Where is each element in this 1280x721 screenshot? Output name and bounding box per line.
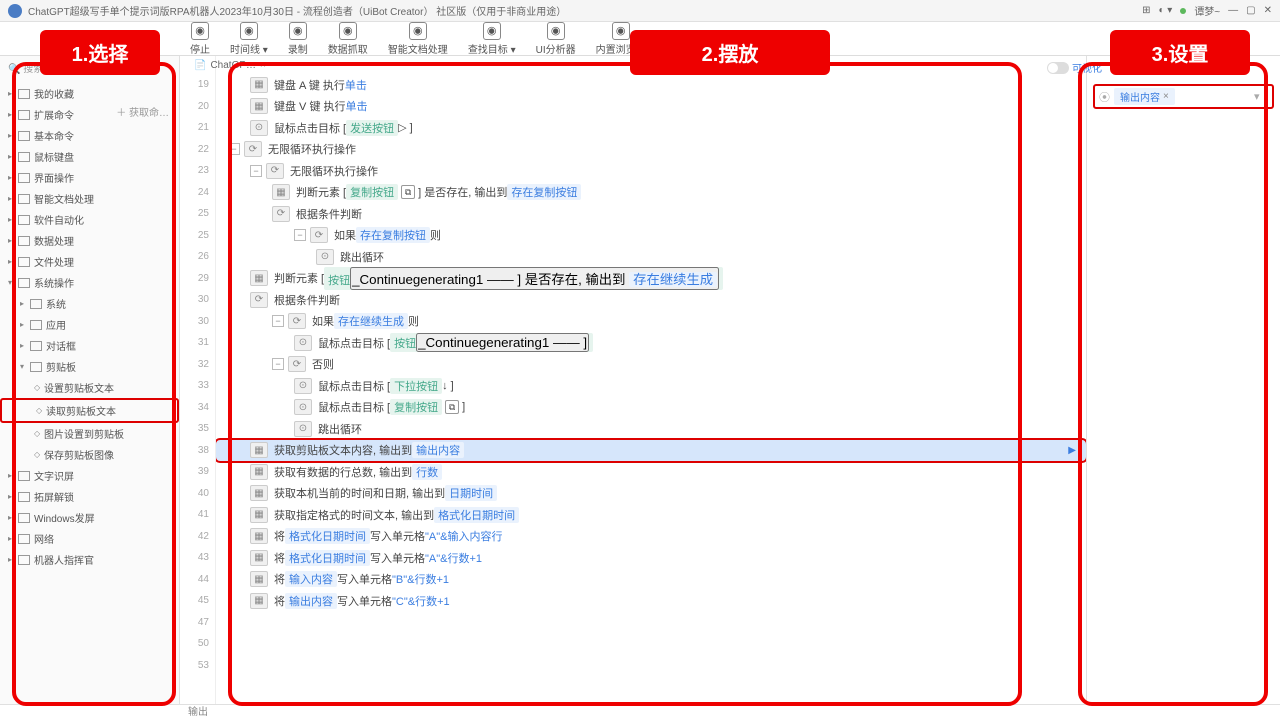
app-logo — [8, 4, 22, 18]
tree-Windows发屏[interactable]: ▸Windows发屏 — [0, 507, 179, 528]
tree-鼠标键盘[interactable]: ▸鼠标键盘 — [0, 146, 179, 167]
code-row[interactable]: −⟳无限循环执行操作 — [216, 160, 1086, 182]
code-row[interactable]: ▦获取剪贴板文本内容, 输出到 输出内容 — [216, 440, 1086, 462]
code-row[interactable]: ⊙鼠标点击目标 [ 按钮_Continuegenerating1 —— ] — [216, 332, 1086, 354]
tree-网络[interactable]: ▸网络 — [0, 528, 179, 549]
status-dot — [1180, 8, 1186, 14]
tree-软件自动化[interactable]: ▸软件自动化 — [0, 209, 179, 230]
code-row[interactable]: ▦键盘 A 键 执行 单击 — [216, 74, 1086, 96]
badge-3: 3.设置 — [1110, 30, 1250, 75]
code-row[interactable]: ▦键盘 V 键 执行 单击 — [216, 96, 1086, 118]
code-row[interactable]: ▦将 输出内容 写入单元格 "C"&行数+1 — [216, 590, 1086, 612]
code-row[interactable]: −⟳否则 — [216, 354, 1086, 376]
code-row[interactable]: ⊙鼠标点击目标 [ 发送按钮 ▷ ] — [216, 117, 1086, 139]
dropdown-icon[interactable]: ▾ — [1254, 90, 1268, 103]
tree-系统操作[interactable]: ▾系统操作 — [0, 272, 179, 293]
toolbar-UI分析器[interactable]: ◉UI分析器 — [526, 20, 586, 58]
maximize-button[interactable]: ▢ — [1246, 5, 1255, 16]
tree-我的收藏[interactable]: ▸我的收藏 — [0, 83, 179, 104]
minimize-button[interactable]: — — [1228, 5, 1238, 16]
code-row[interactable]: ⊙鼠标点击目标 [ 下拉按钮 ↓ ] — [216, 375, 1086, 397]
code-row[interactable] — [216, 655, 1086, 677]
toolbar-智能文档处理[interactable]: ◉智能文档处理 — [378, 20, 458, 58]
editor-area: 📄 ChatGP… × 1920212223242525262930303132… — [180, 56, 1280, 704]
tree-界面操作[interactable]: ▸界面操作 — [0, 167, 179, 188]
tree-拓屏解锁[interactable]: ▸拓屏解锁 — [0, 486, 179, 507]
badge-1: 1.选择 — [40, 30, 160, 75]
close-button[interactable]: ✕ — [1264, 5, 1272, 16]
toolbar-停止[interactable]: ◉停止 — [180, 20, 220, 58]
tree-剪贴板[interactable]: ▾剪贴板 — [0, 356, 179, 377]
code-row[interactable]: ▦判断元素 [ 复制按钮⧉ ] 是否存在, 输出到 存在复制按钮 — [216, 182, 1086, 204]
tree-机器人指挥官[interactable]: ▸机器人指挥官 — [0, 549, 179, 570]
code-row[interactable]: ▦判断元素 [ 按钮_Continuegenerating1 —— ] 是否存在… — [216, 268, 1086, 290]
code-row[interactable] — [216, 612, 1086, 634]
help-icon[interactable]: ◐ ▾ — [1158, 5, 1172, 16]
code-row[interactable]: ▦将 格式化日期时间 写入单元格 "A"&行数+1 — [216, 547, 1086, 569]
tree-保存剪贴板图像[interactable]: ◇保存剪贴板图像 — [0, 444, 179, 465]
toolbar-录制[interactable]: ◉录制 — [278, 20, 318, 58]
properties-panel: 可视化 ⦿ 输出内容 × ▾ — [1086, 56, 1280, 704]
output-variable-field[interactable]: ⦿ 输出内容 × ▾ — [1093, 84, 1274, 109]
tree-文字识屏[interactable]: ▸文字识屏 — [0, 465, 179, 486]
user-name[interactable]: 谭梦~ — [1194, 3, 1220, 18]
code-row[interactable]: ⊙鼠标点击目标 [ 复制按钮⧉ ] — [216, 397, 1086, 419]
window-title: ChatGPT超级写手单个提示词版RPA机器人2023年10月30日 - 流程创… — [28, 3, 566, 18]
code-row[interactable]: ▦将 输入内容 写入单元格 "B"&行数+1 — [216, 569, 1086, 591]
code-row[interactable]: ▦获取指定格式的时间文本, 输出到 格式化日期时间 — [216, 504, 1086, 526]
code-row[interactable]: ⊙跳出循环 — [216, 246, 1086, 268]
tree-对话框[interactable]: ▸对话框 — [0, 335, 179, 356]
tree-基本命令[interactable]: ▸基本命令 — [0, 125, 179, 146]
code-row[interactable]: −⟳如果 存在复制按钮 则 — [216, 225, 1086, 247]
line-gutter: 1920212223242525262930303132333435383940… — [180, 56, 216, 704]
chip-remove-icon[interactable]: × — [1163, 91, 1169, 102]
code-row[interactable]: ⊙跳出循环 — [216, 418, 1086, 440]
code-row[interactable]: ▦将 格式化日期时间 写入单元格 "A"&输入内容行 — [216, 526, 1086, 548]
code-row[interactable]: ⟳根据条件判断 — [216, 289, 1086, 311]
toolbar-查找目标 ▾[interactable]: ◉查找目标 ▾ — [458, 20, 526, 58]
code-row[interactable]: ⟳根据条件判断 — [216, 203, 1086, 225]
code-canvas[interactable]: ▦键盘 A 键 执行 单击▦键盘 V 键 执行 单击⊙鼠标点击目标 [ 发送按钮… — [216, 56, 1086, 704]
sidebar: 🔍 搜索命令 ▸我的收藏▸扩展命令＋ 获取命…▸基本命令▸鼠标键盘▸界面操作▸智… — [0, 56, 180, 704]
tree-扩展命令[interactable]: ▸扩展命令＋ 获取命… — [0, 104, 179, 125]
tree-系统[interactable]: ▸系统 — [0, 293, 179, 314]
badge-2: 2.摆放 — [630, 30, 830, 75]
tree-应用[interactable]: ▸应用 — [0, 314, 179, 335]
tree-数据处理[interactable]: ▸数据处理 — [0, 230, 179, 251]
tree-图片设置到剪贴板[interactable]: ◇图片设置到剪贴板 — [0, 423, 179, 444]
toolbar-数据抓取[interactable]: ◉数据抓取 — [318, 20, 378, 58]
file-tab[interactable]: 📄 ChatGP… × — [180, 56, 266, 74]
tree-智能文档处理[interactable]: ▸智能文档处理 — [0, 188, 179, 209]
toolbar-时间线 ▾[interactable]: ◉时间线 ▾ — [220, 20, 278, 58]
code-row[interactable]: −⟳如果 存在继续生成 则 — [216, 311, 1086, 333]
tree-设置剪贴板文本[interactable]: ◇设置剪贴板文本 — [0, 377, 179, 398]
tree-读取剪贴板文本[interactable]: ◇读取剪贴板文本 — [0, 398, 179, 423]
code-row[interactable]: ▦获取本机当前的时间和日期, 输出到 日期时间 — [216, 483, 1086, 505]
code-row[interactable]: −⟳无限循环执行操作 — [216, 139, 1086, 161]
tab-close-icon[interactable]: × — [260, 60, 266, 71]
code-row[interactable] — [216, 633, 1086, 655]
output-tab[interactable]: 输出 — [0, 704, 1280, 720]
tree-文件处理[interactable]: ▸文件处理 — [0, 251, 179, 272]
grid-icon[interactable]: ⊞ — [1142, 5, 1150, 16]
visualize-toggle[interactable]: 可视化 — [1047, 60, 1102, 75]
code-row[interactable]: ▦获取有数据的行总数, 输出到 行数 — [216, 461, 1086, 483]
